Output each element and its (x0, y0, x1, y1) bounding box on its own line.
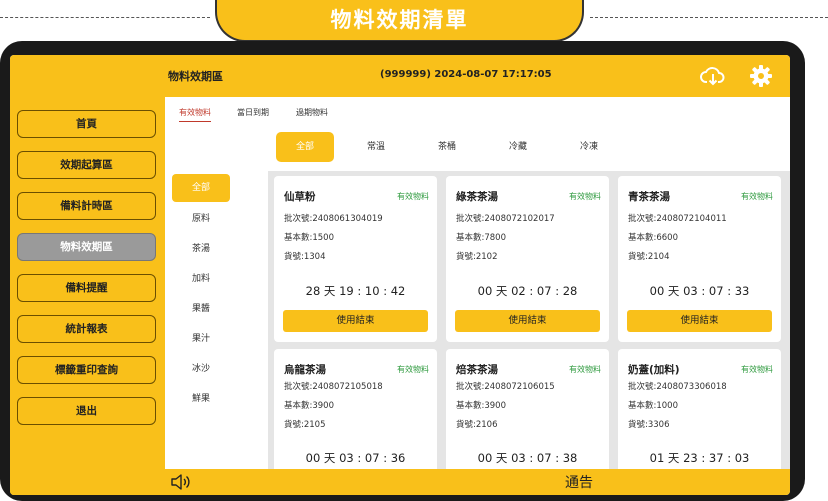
store-datetime: (999999) 2024-08-07 17:17:05 (380, 69, 552, 80)
filter-all[interactable]: 全部 (276, 132, 334, 162)
category-raw[interactable]: 原料 (172, 205, 230, 233)
batch-number: 批次號:2408072106015 (456, 382, 555, 392)
material-card: 仙草粉 有效物料 批次號:2408061304019 基本數:1500 貨號:1… (274, 176, 437, 342)
notice-bar: 通告 (10, 469, 790, 495)
filter-room-temp[interactable]: 常溫 (347, 132, 405, 162)
category-fresh-fruit[interactable]: 鮮果 (172, 385, 230, 413)
item-number: 貨號:3306 (628, 420, 670, 430)
filter-chilled[interactable]: 冷藏 (489, 132, 547, 162)
page-title: 物料效期區 (168, 70, 223, 83)
category-juice[interactable]: 果汁 (172, 325, 230, 353)
category-smoothie[interactable]: 冰沙 (172, 355, 230, 383)
sidebar-item-material-expiry[interactable]: 物料效期區 (17, 233, 156, 261)
item-number: 貨號:2106 (456, 420, 498, 430)
speaker-icon[interactable] (170, 473, 192, 491)
status-tabs: 有效物料 當日到期 過期物料 (165, 97, 790, 129)
sidebar: 首頁 效期起算區 備料計時區 物料效期區 備料提醒 統計報表 標籤重印查詢 退出 (10, 97, 165, 495)
status-badge: 有效物料 (741, 365, 773, 374)
material-name: 烏龍茶湯 (284, 364, 326, 376)
material-name: 仙草粉 (284, 191, 316, 203)
material-name: 青茶茶湯 (628, 191, 670, 203)
material-card: 烏龍茶湯 有效物料 批次號:2408072105018 基本數:3900 貨號:… (274, 349, 437, 469)
storage-filter-bar: 全部 常溫 茶桶 冷藏 冷凍 (268, 129, 790, 171)
material-card: 綠茶茶湯 有效物料 批次號:2408072102017 基本數:7800 貨號:… (446, 176, 609, 342)
tab-due-today[interactable]: 當日到期 (237, 107, 269, 118)
status-badge: 有效物料 (397, 192, 429, 201)
category-list: 全部 原料 茶湯 加料 果醬 果汁 冰沙 鮮果 (165, 129, 265, 469)
countdown-timer: 00 天 03 : 07 : 36 (305, 451, 406, 465)
category-all[interactable]: 全部 (172, 174, 230, 202)
sidebar-item-label-reprint[interactable]: 標籤重印查詢 (17, 356, 156, 384)
batch-number: 批次號:2408072105018 (284, 382, 383, 392)
background-edge (805, 41, 828, 495)
countdown-timer: 00 天 02 : 07 : 28 (477, 284, 578, 298)
batch-number: 批次號:2408061304019 (284, 214, 383, 224)
gear-icon[interactable] (748, 63, 774, 89)
material-card: 焙茶茶湯 有效物料 批次號:2408072106015 基本數:3900 貨號:… (446, 349, 609, 469)
notice-label: 通告 (565, 475, 593, 491)
material-card-grid: 仙草粉 有效物料 批次號:2408061304019 基本數:1500 貨號:1… (268, 171, 790, 469)
material-name: 奶蓋(加料) (628, 364, 680, 376)
status-badge: 有效物料 (569, 365, 601, 374)
top-dashed-line-left (0, 17, 210, 18)
base-quantity: 基本數:3900 (284, 401, 334, 411)
status-badge: 有效物料 (569, 192, 601, 201)
app-screen: 物料效期區 (999999) 2024-08-07 17:17:05 首頁 效期… (10, 55, 790, 495)
header-bar: 物料效期區 (999999) 2024-08-07 17:17:05 (10, 55, 790, 97)
base-quantity: 基本數:1500 (284, 233, 334, 243)
cloud-download-icon[interactable] (700, 63, 726, 89)
base-quantity: 基本數:1000 (628, 401, 678, 411)
base-quantity: 基本數:7800 (456, 233, 506, 243)
category-topping[interactable]: 加料 (172, 265, 230, 293)
batch-number: 批次號:2408073306018 (628, 382, 727, 392)
tab-valid-materials[interactable]: 有效物料 (179, 107, 211, 122)
category-jam[interactable]: 果醬 (172, 295, 230, 323)
end-use-button[interactable]: 使用結束 (283, 310, 428, 332)
countdown-timer: 28 天 19 : 10 : 42 (305, 284, 406, 298)
filter-frozen[interactable]: 冷凍 (560, 132, 618, 162)
category-tea[interactable]: 茶湯 (172, 235, 230, 263)
sidebar-item-expiry-start[interactable]: 效期起算區 (17, 151, 156, 179)
sidebar-item-reports[interactable]: 統計報表 (17, 315, 156, 343)
batch-number: 批次號:2408072104011 (628, 214, 727, 224)
batch-number: 批次號:2408072102017 (456, 214, 555, 224)
tab-expired[interactable]: 過期物料 (296, 107, 328, 118)
item-number: 貨號:1304 (284, 252, 326, 262)
base-quantity: 基本數:6600 (628, 233, 678, 243)
sidebar-item-home[interactable]: 首頁 (17, 110, 156, 138)
filter-tea-bucket[interactable]: 茶桶 (418, 132, 476, 162)
item-number: 貨號:2104 (628, 252, 670, 262)
material-card: 青茶茶湯 有效物料 批次號:2408072104011 基本數:6600 貨號:… (618, 176, 781, 342)
sidebar-item-prep-timer[interactable]: 備料計時區 (17, 192, 156, 220)
end-use-button[interactable]: 使用結束 (455, 310, 600, 332)
sidebar-item-logout[interactable]: 退出 (17, 397, 156, 425)
base-quantity: 基本數:3900 (456, 401, 506, 411)
status-badge: 有效物料 (397, 365, 429, 374)
banner-title: 物料效期清單 (215, 0, 584, 42)
countdown-timer: 00 天 03 : 07 : 33 (649, 284, 750, 298)
status-badge: 有效物料 (741, 192, 773, 201)
material-name: 焙茶茶湯 (456, 364, 498, 376)
material-name: 綠茶茶湯 (456, 191, 498, 203)
countdown-timer: 00 天 03 : 07 : 38 (477, 451, 578, 465)
material-card: 奶蓋(加料) 有效物料 批次號:2408073306018 基本數:1000 貨… (618, 349, 781, 469)
top-dashed-line-right (590, 17, 828, 18)
sidebar-item-prep-reminder[interactable]: 備料提醒 (17, 274, 156, 302)
item-number: 貨號:2102 (456, 252, 498, 262)
countdown-timer: 01 天 23 : 37 : 03 (649, 451, 750, 465)
end-use-button[interactable]: 使用結束 (627, 310, 772, 332)
item-number: 貨號:2105 (284, 420, 326, 430)
